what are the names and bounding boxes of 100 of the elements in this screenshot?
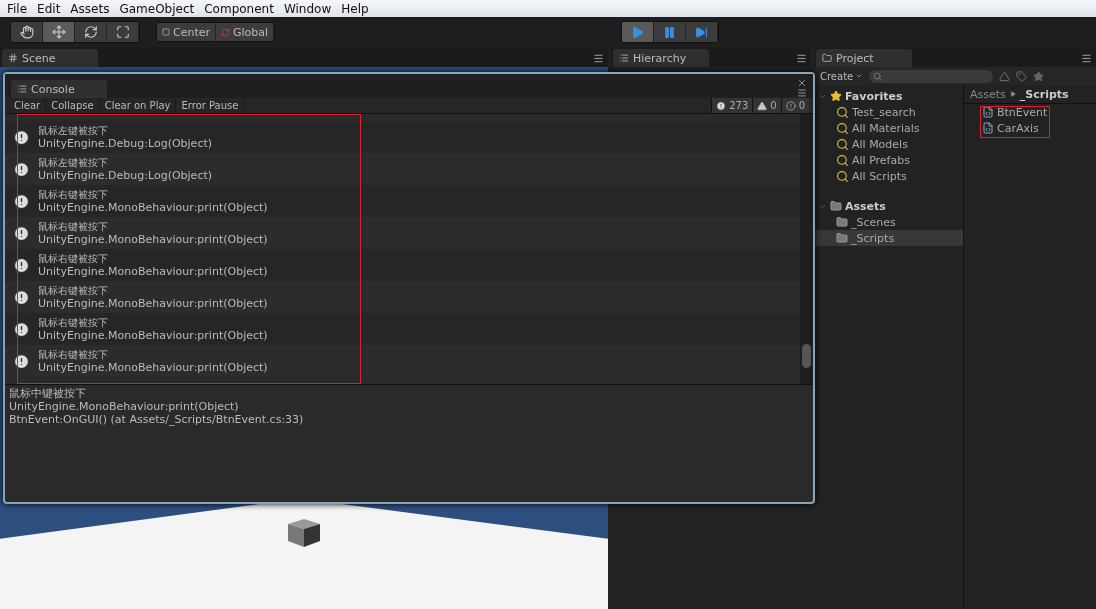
list-icon [619, 53, 629, 63]
tree-item[interactable]: Test_search [814, 104, 963, 120]
folder-icon [836, 232, 848, 244]
console-toolbar-button[interactable]: Collapse [46, 98, 100, 113]
folder-icon [830, 200, 842, 212]
log-trace: UnityEngine.MonoBehaviour:print(Object) [38, 232, 268, 247]
log-entry[interactable]: 鼠标左键被按下 UnityEngine.Debug:Log(Object) [5, 121, 800, 153]
tree-item[interactable]: _Scenes [814, 214, 963, 230]
log-message: 鼠标右键被按下 [38, 219, 109, 233]
tree-item[interactable]: All Prefabs [814, 152, 963, 168]
log-icon [13, 288, 30, 306]
menu-item[interactable]: File [2, 1, 33, 16]
pause-icon [663, 25, 677, 39]
tree-item[interactable]: Assets [814, 198, 963, 214]
hand-tool-button[interactable] [11, 22, 43, 42]
log-icon [13, 224, 30, 242]
move-tool-button[interactable] [43, 22, 75, 42]
log-trace: UnityEngine.MonoBehaviour:print(Object) [38, 360, 268, 375]
menu-item[interactable]: Window [278, 1, 337, 16]
menu-item[interactable]: Edit [32, 1, 66, 16]
menu-icon[interactable] [1081, 53, 1092, 64]
menu-item[interactable]: Component [199, 1, 279, 16]
log-icon [13, 192, 30, 210]
scale-icon [115, 25, 130, 39]
search-icon [836, 169, 849, 183]
move-icon [51, 25, 66, 39]
breadcrumb[interactable]: _Scripts [1019, 87, 1069, 101]
caret-icon [855, 72, 864, 80]
play-icon [631, 25, 645, 39]
log-message: 鼠标左键被按下 [38, 123, 109, 137]
close-icon[interactable] [797, 78, 807, 88]
search-field[interactable] [869, 69, 994, 83]
folder-icon [822, 53, 832, 63]
log-message: 鼠标右键被按下 [38, 347, 109, 361]
rotate-icon [83, 25, 98, 39]
log-icon [13, 352, 30, 370]
log-icon [13, 128, 30, 146]
square-icon [162, 28, 170, 36]
log-message: 鼠标右键被按下 [38, 283, 109, 297]
star-icon[interactable] [1033, 70, 1045, 82]
scene-tab[interactable]: Scene [2, 49, 98, 67]
log-entry[interactable]: 鼠标右键被按下 UnityEngine.MonoBehaviour:print(Object) [5, 313, 800, 345]
tree-item[interactable]: _Scripts [814, 230, 963, 246]
menu-icon[interactable] [593, 53, 604, 64]
detail-line: UnityEngine.MonoBehaviour:print(Object) [9, 400, 240, 413]
circle-arrows-icon [221, 27, 231, 37]
file-name[interactable]: BtnEvent [997, 105, 1048, 119]
log-count[interactable]: 273 [711, 98, 753, 113]
tree-item[interactable]: All Materials [814, 120, 963, 136]
menu-item[interactable]: Assets [65, 1, 115, 16]
search-icon [873, 71, 883, 81]
console-tab[interactable]: Console [11, 80, 107, 98]
log-icon [13, 160, 30, 178]
console-toolbar-button[interactable]: Error Pause [176, 98, 245, 113]
error-count[interactable]: 0 [780, 98, 809, 113]
warning-count[interactable]: 0 [752, 98, 781, 113]
star-icon [830, 90, 842, 102]
scrollbar[interactable] [800, 114, 813, 384]
chevron-icon [1009, 91, 1016, 97]
search-icon [836, 121, 849, 135]
log-entry[interactable]: 鼠标右键被按下 UnityEngine.MonoBehaviour:print(Object) [5, 249, 800, 281]
log-trace: UnityEngine.MonoBehaviour:print(Object) [38, 328, 268, 343]
log-message: 鼠标右键被按下 [38, 315, 109, 329]
play-button[interactable] [622, 22, 655, 42]
menu-item[interactable]: Help [336, 1, 374, 16]
script-file-icon [982, 122, 994, 134]
error-icon [785, 100, 796, 111]
folder-icon [836, 216, 848, 228]
hand-icon [19, 25, 34, 39]
step-icon [695, 25, 709, 39]
pivot-button[interactable]: Center [157, 23, 217, 41]
menu-icon[interactable] [796, 53, 807, 64]
log-trace: UnityEngine.MonoBehaviour:print(Object) [38, 264, 268, 279]
console-toolbar-button[interactable]: Clear [9, 98, 47, 113]
log-message: 鼠标右键被按下 [38, 187, 109, 201]
log-icon [716, 100, 727, 111]
log-message: 鼠标右键被按下 [38, 251, 109, 265]
script-file-icon [982, 106, 994, 118]
menu-icon[interactable] [797, 88, 807, 98]
search-icon [836, 137, 849, 151]
tree-item[interactable]: All Models [814, 136, 963, 152]
tree-item[interactable]: Favorites [814, 88, 963, 104]
log-trace: UnityEngine.MonoBehaviour:print(Object) [38, 200, 268, 215]
console-toolbar-button[interactable]: Clear on Play [99, 98, 177, 113]
cube-icon [288, 519, 320, 548]
menu-item[interactable]: GameObject [114, 1, 200, 16]
file-name[interactable]: CarAxis [997, 121, 1039, 135]
hierarchy-tab[interactable]: Hierarchy [613, 49, 709, 67]
detail-line: BtnEvent:OnGUI() (at Assets/_Scripts/BtnEvent.cs:33) [9, 413, 305, 426]
breadcrumb[interactable]: Assets [970, 87, 1006, 101]
list-icon [17, 84, 27, 94]
log-icon [13, 256, 30, 274]
log-entry[interactable]: 鼠标右键被按下 UnityEngine.MonoBehaviour:print(Object) [5, 185, 800, 217]
log-icon [13, 320, 30, 338]
project-tab[interactable]: Project [816, 49, 912, 67]
search-icon [836, 105, 849, 119]
log-trace: UnityEngine.MonoBehaviour:print(Object) [38, 296, 268, 311]
create-button[interactable]: Create [820, 70, 864, 82]
tree-item[interactable]: All Scripts [814, 168, 963, 184]
warning-icon [757, 100, 768, 111]
